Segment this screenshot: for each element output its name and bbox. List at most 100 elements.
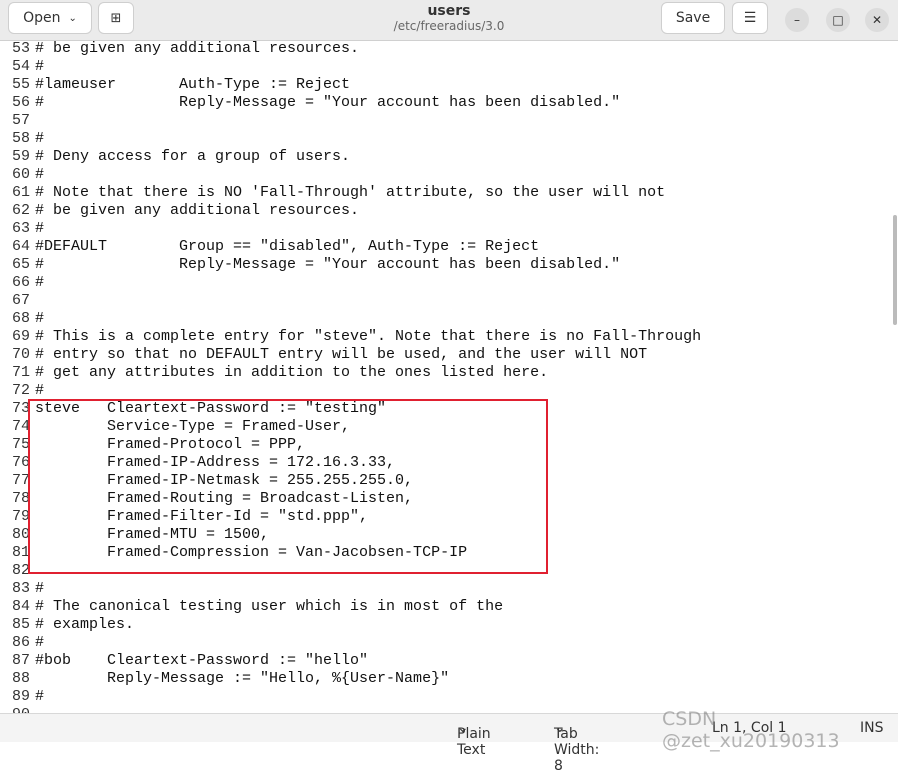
line-number: 63 — [11, 220, 30, 237]
close-button[interactable]: ✕ — [865, 8, 889, 32]
line-number: 89 — [11, 688, 30, 705]
line-text: # be given any additional resources. — [35, 40, 360, 57]
line-text: # — [35, 166, 45, 183]
line-number: 75 — [11, 436, 30, 453]
language-selector[interactable]: Plain Text ⌄ — [457, 720, 491, 758]
line-number: 86 — [11, 634, 30, 651]
line-text: # Reply-Message = "Your account has been… — [35, 94, 621, 111]
line-number: 64 — [11, 238, 30, 255]
line-text: # entry so that no DEFAULT entry will be… — [35, 346, 648, 363]
line-number: 61 — [11, 184, 30, 201]
code-line: 59 # Deny access for a group of users. — [0, 148, 898, 166]
line-number: 80 — [11, 526, 30, 543]
code-line: 70 # entry so that no DEFAULT entry will … — [0, 346, 898, 364]
line-text: # The canonical testing user which is in… — [35, 598, 504, 615]
line-number: 65 — [11, 256, 30, 273]
line-number: 74 — [11, 418, 30, 435]
highlight-box — [28, 399, 548, 574]
line-text: # — [35, 310, 45, 327]
line-number: 62 — [11, 202, 30, 219]
line-number: 58 — [11, 130, 30, 147]
line-number: 87 — [11, 652, 30, 669]
line-number: 88 — [11, 670, 30, 687]
line-number: 68 — [11, 310, 30, 327]
line-text: #lameuser Auth-Type := Reject — [35, 76, 351, 93]
line-text: # — [35, 634, 45, 651]
code-line: 68 # — [0, 310, 898, 328]
line-text: # Note that there is NO 'Fall-Through' a… — [35, 184, 666, 201]
code-line: 55 #lameuser Auth-Type := Reject — [0, 76, 898, 94]
line-text: # — [35, 688, 45, 705]
line-number: 60 — [11, 166, 30, 183]
maximize-button[interactable]: □ — [826, 8, 850, 32]
code-line: 67 — [0, 292, 898, 310]
line-number: 56 — [11, 94, 30, 111]
line-number: 54 — [11, 58, 30, 75]
line-number: 82 — [11, 562, 30, 579]
line-number: 55 — [11, 76, 30, 93]
line-text: # Deny access for a group of users. — [35, 148, 351, 165]
text-editor[interactable]: 53 # be given any additional resources. 54… — [0, 40, 898, 713]
line-text: # — [35, 382, 45, 399]
code-line: 53 # be given any additional resources. — [0, 40, 898, 58]
code-line: 85 # examples. — [0, 616, 898, 634]
minimize-button[interactable]: – — [785, 8, 809, 32]
code-line: 54 # — [0, 58, 898, 76]
line-text: # — [35, 130, 45, 147]
line-number: 73 — [11, 400, 30, 417]
line-number: 66 — [11, 274, 30, 291]
code-line: 65 # Reply-Message = "Your account has be… — [0, 256, 898, 274]
line-text: # This is a complete entry for "steve". … — [35, 328, 702, 345]
code-line: 87 #bob Cleartext-Password := "hello" — [0, 652, 898, 670]
line-number: 67 — [11, 292, 30, 309]
maximize-icon: □ — [832, 13, 844, 27]
line-text: # Reply-Message = "Your account has been… — [35, 256, 621, 273]
header-bar: Open ⌄ ⊞ users /etc/freeradius/3.0 Save ☰… — [0, 0, 898, 41]
line-text: # get any attributes in addition to the … — [35, 364, 549, 381]
code-line: 60 # — [0, 166, 898, 184]
code-line: 56 # Reply-Message = "Your account has be… — [0, 94, 898, 112]
watermark: CSDN @zet_xu20190313 — [662, 708, 840, 752]
line-number: 53 — [11, 40, 30, 57]
save-button[interactable]: Save — [661, 2, 725, 34]
line-text: # — [35, 220, 45, 237]
line-text: # — [35, 580, 45, 597]
code-line: 89 # — [0, 688, 898, 706]
line-number: 83 — [11, 580, 30, 597]
line-number: 69 — [11, 328, 30, 345]
code-line: 57 — [0, 112, 898, 130]
line-number: 81 — [11, 544, 30, 561]
line-number: 72 — [11, 382, 30, 399]
line-text: Reply-Message := "Hello, %{User-Name}" — [35, 670, 450, 687]
hamburger-icon: ☰ — [743, 10, 757, 26]
code-line: 71 # get any attributes in addition to th… — [0, 364, 898, 382]
close-icon: ✕ — [871, 13, 883, 27]
code-line: 62 # be given any additional resources. — [0, 202, 898, 220]
line-number: 78 — [11, 490, 30, 507]
code-line: 84 # The canonical testing user which is … — [0, 598, 898, 616]
line-text: #DEFAULT Group == "disabled", Auth-Type … — [35, 238, 540, 255]
line-number: 59 — [11, 148, 30, 165]
line-text: # be given any additional resources. — [35, 202, 360, 219]
scrollbar[interactable] — [893, 215, 897, 325]
line-number: 77 — [11, 472, 30, 489]
line-number: 85 — [11, 616, 30, 633]
code-line: 86 # — [0, 634, 898, 652]
line-number: 70 — [11, 346, 30, 363]
line-number: 90 — [0, 706, 30, 713]
code-line: 72 # — [0, 382, 898, 400]
code-line: 63 # — [0, 220, 898, 238]
tab-width-selector[interactable]: Tab Width: 8 ⌄ — [554, 720, 599, 774]
menu-button[interactable]: ☰ — [732, 2, 768, 34]
line-text: #bob Cleartext-Password := "hello" — [35, 652, 369, 669]
line-number: 79 — [11, 508, 30, 525]
line-number: 57 — [11, 112, 30, 129]
code-line: 83 # — [0, 580, 898, 598]
line-text: # — [35, 58, 45, 75]
code-line: 58 # — [0, 130, 898, 148]
minimize-icon: – — [794, 13, 800, 27]
code-line: 64 #DEFAULT Group == "disabled", Auth-Typ… — [0, 238, 898, 256]
code-line: 69 # This is a complete entry for "steve"… — [0, 328, 898, 346]
line-number: 71 — [11, 364, 30, 381]
line-text: # — [35, 274, 45, 291]
